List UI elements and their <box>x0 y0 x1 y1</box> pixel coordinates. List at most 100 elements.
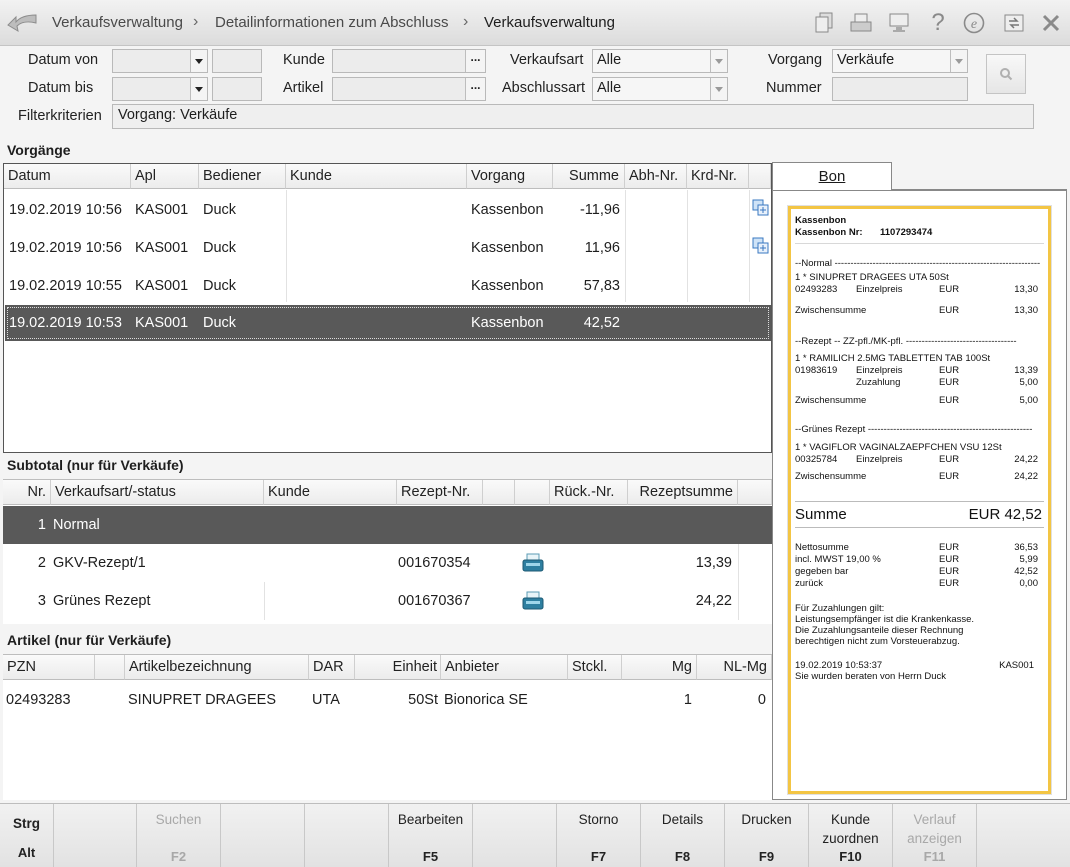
column-header-nr[interactable]: Nr. <box>3 480 51 505</box>
table-row-selected[interactable]: 1 Normal <box>3 506 772 544</box>
table-row[interactable]: 02493283 SINUPRET DRAGEES UTA 50St Biono… <box>3 681 772 719</box>
zeit-von-field[interactable] <box>212 49 262 73</box>
browse-button[interactable]: ... <box>465 78 485 100</box>
column-header-mg[interactable]: Mg <box>622 655 697 680</box>
column-header-dar[interactable]: DAR <box>309 655 355 680</box>
table-row[interactable]: 19.02.2019 10:56 KAS001 Duck Kassenbon 1… <box>4 229 771 267</box>
dropdown-arrow-icon[interactable] <box>190 78 207 100</box>
vorgaenge-title: Vorgänge <box>7 142 71 158</box>
breadcrumb-separator: › <box>193 13 199 30</box>
browse-button[interactable]: ... <box>465 50 485 72</box>
scanner-icon[interactable] <box>522 553 544 576</box>
copy-icon[interactable] <box>752 237 770 258</box>
receipt-label: Nettosumme <box>795 542 849 553</box>
print-icon[interactable] <box>848 11 874 35</box>
cell-pzn: 02493283 <box>6 692 71 708</box>
verkaufsart-select[interactable]: Alle <box>592 49 728 73</box>
kunde-zuordnen-button[interactable]: Kunde zuordnen F10 <box>809 804 893 867</box>
receipt-label: Zuzahlung <box>856 377 901 388</box>
table-row[interactable]: 19.02.2019 10:56 KAS001 Duck Kassenbon -… <box>4 191 771 229</box>
vorgang-select[interactable]: Verkäufe <box>832 49 968 73</box>
cell-summe: 42,52 <box>583 315 620 331</box>
table-row[interactable]: 2 GKV-Rezept/1 001670354 13,39 <box>3 544 772 582</box>
alt-label: Alt <box>17 845 36 860</box>
receipt-currency: EUR <box>939 365 960 376</box>
table-row[interactable]: 19.02.2019 10:55 KAS001 Duck Kassenbon 5… <box>4 267 771 305</box>
column-header-rueck-nr[interactable]: Rück.-Nr. <box>550 480 628 505</box>
copy-icon[interactable] <box>752 199 770 220</box>
receipt-section-normal: --Normal -------------------------------… <box>795 258 1041 269</box>
column-header-artikelbezeichnung[interactable]: Artikelbezeichnung <box>125 655 309 680</box>
details-button[interactable]: Details F8 <box>641 804 725 867</box>
zeit-bis-field[interactable] <box>212 77 262 101</box>
column-header-kunde[interactable]: Kunde <box>264 480 397 505</box>
scanner-icon[interactable] <box>522 591 544 614</box>
receipt-label: Einzelpreis <box>856 284 903 295</box>
tab-bon[interactable]: Bon <box>772 162 892 190</box>
receipt-amount: 13,30 <box>1014 284 1038 295</box>
column-header-vorgang[interactable]: Vorgang <box>467 164 553 189</box>
breadcrumb-separator: › <box>463 13 469 30</box>
table-row-selected[interactable]: 19.02.2019 10:53 KAS001 Duck Kassenbon 4… <box>5 305 771 341</box>
column-header-stckl[interactable]: Stckl. <box>568 655 622 680</box>
column-header-nl-mg[interactable]: NL-Mg <box>697 655 772 680</box>
column-header-einheit[interactable]: Einheit <box>355 655 441 680</box>
column-header-datum[interactable]: Datum <box>4 164 131 189</box>
dropdown-arrow-icon[interactable] <box>190 50 207 72</box>
e-icon[interactable]: e <box>961 11 987 35</box>
receipt-currency: EUR <box>939 454 960 465</box>
verlauf-anzeigen-button[interactable]: Verlauf anzeigen F11 <box>893 804 977 867</box>
table-row[interactable]: 3 Grünes Rezept 001670367 24,22 <box>3 582 772 620</box>
window-switch-icon[interactable] <box>1001 11 1027 35</box>
cell-summe: 57,83 <box>583 278 620 294</box>
datum-bis-field[interactable] <box>112 77 208 101</box>
strg-label: Strg <box>13 816 40 831</box>
kunde-zuordnen-label-2: zuordnen <box>822 831 879 846</box>
receipt-currency: EUR <box>939 284 960 295</box>
receipt-note: Leistungsempfänger ist die Krankenkasse. <box>795 614 975 625</box>
search-button[interactable] <box>986 54 1026 94</box>
suchen-button[interactable]: Suchen F2 <box>137 804 221 867</box>
receipt-pzn: 00325784 <box>795 454 838 465</box>
cell-datum: 19.02.2019 10:56 <box>9 240 122 256</box>
modifier-strg-alt[interactable]: Strg Alt <box>0 804 54 867</box>
column-header-empty <box>95 655 125 680</box>
column-header-summe[interactable]: Summe <box>553 164 625 189</box>
column-header-rezept-nr[interactable]: Rezept-Nr. <box>397 480 483 505</box>
copy-document-icon[interactable] <box>811 11 837 35</box>
artikel-field[interactable]: ... <box>332 77 486 101</box>
cell-vorgang: Kassenbon <box>471 240 544 256</box>
column-header-verkaufsart[interactable]: Verkaufsart/-status <box>51 480 264 505</box>
cell-anbieter: Bionorica SE <box>444 692 528 708</box>
breadcrumb-item-1[interactable]: Verkaufsverwaltung <box>52 14 183 31</box>
datum-von-field[interactable] <box>112 49 208 73</box>
column-header-rezeptsumme[interactable]: Rezeptsumme <box>628 480 738 505</box>
close-icon[interactable] <box>1038 11 1064 35</box>
receipt-title: Kassenbon <box>795 215 847 226</box>
back-arrow-icon[interactable] <box>6 9 40 37</box>
column-header-kunde[interactable]: Kunde <box>286 164 467 189</box>
column-header-apl[interactable]: Apl <box>131 164 199 189</box>
column-header-anbieter[interactable]: Anbieter <box>441 655 568 680</box>
column-header-abh-nr[interactable]: Abh-Nr. <box>625 164 687 189</box>
f7-label: F7 <box>590 849 607 864</box>
column-header-bediener[interactable]: Bediener <box>199 164 286 189</box>
nummer-field[interactable] <box>832 77 968 101</box>
kunde-field[interactable]: ... <box>332 49 486 73</box>
receipt-sum-value: EUR 42,52 <box>968 506 1042 523</box>
column-header-pzn[interactable]: PZN <box>3 655 95 680</box>
receipt-amount: 5,00 <box>1019 377 1039 388</box>
bearbeiten-button[interactable]: Bearbeiten F5 <box>389 804 473 867</box>
f2-label: F2 <box>170 849 187 864</box>
storno-button[interactable]: Storno F7 <box>557 804 641 867</box>
dropdown-arrow-icon[interactable] <box>710 50 727 72</box>
drucken-button[interactable]: Drucken F9 <box>725 804 809 867</box>
abschlussart-select[interactable]: Alle <box>592 77 728 101</box>
monitor-icon[interactable] <box>886 11 912 35</box>
breadcrumb-item-2[interactable]: Detailinformationen zum Abschluss <box>215 14 448 31</box>
column-header-krd-nr[interactable]: Krd-Nr. <box>687 164 749 189</box>
help-icon[interactable]: ? <box>925 9 951 36</box>
dropdown-arrow-icon[interactable] <box>950 50 967 72</box>
dropdown-arrow-icon[interactable] <box>710 78 727 100</box>
suchen-label: Suchen <box>155 812 202 827</box>
